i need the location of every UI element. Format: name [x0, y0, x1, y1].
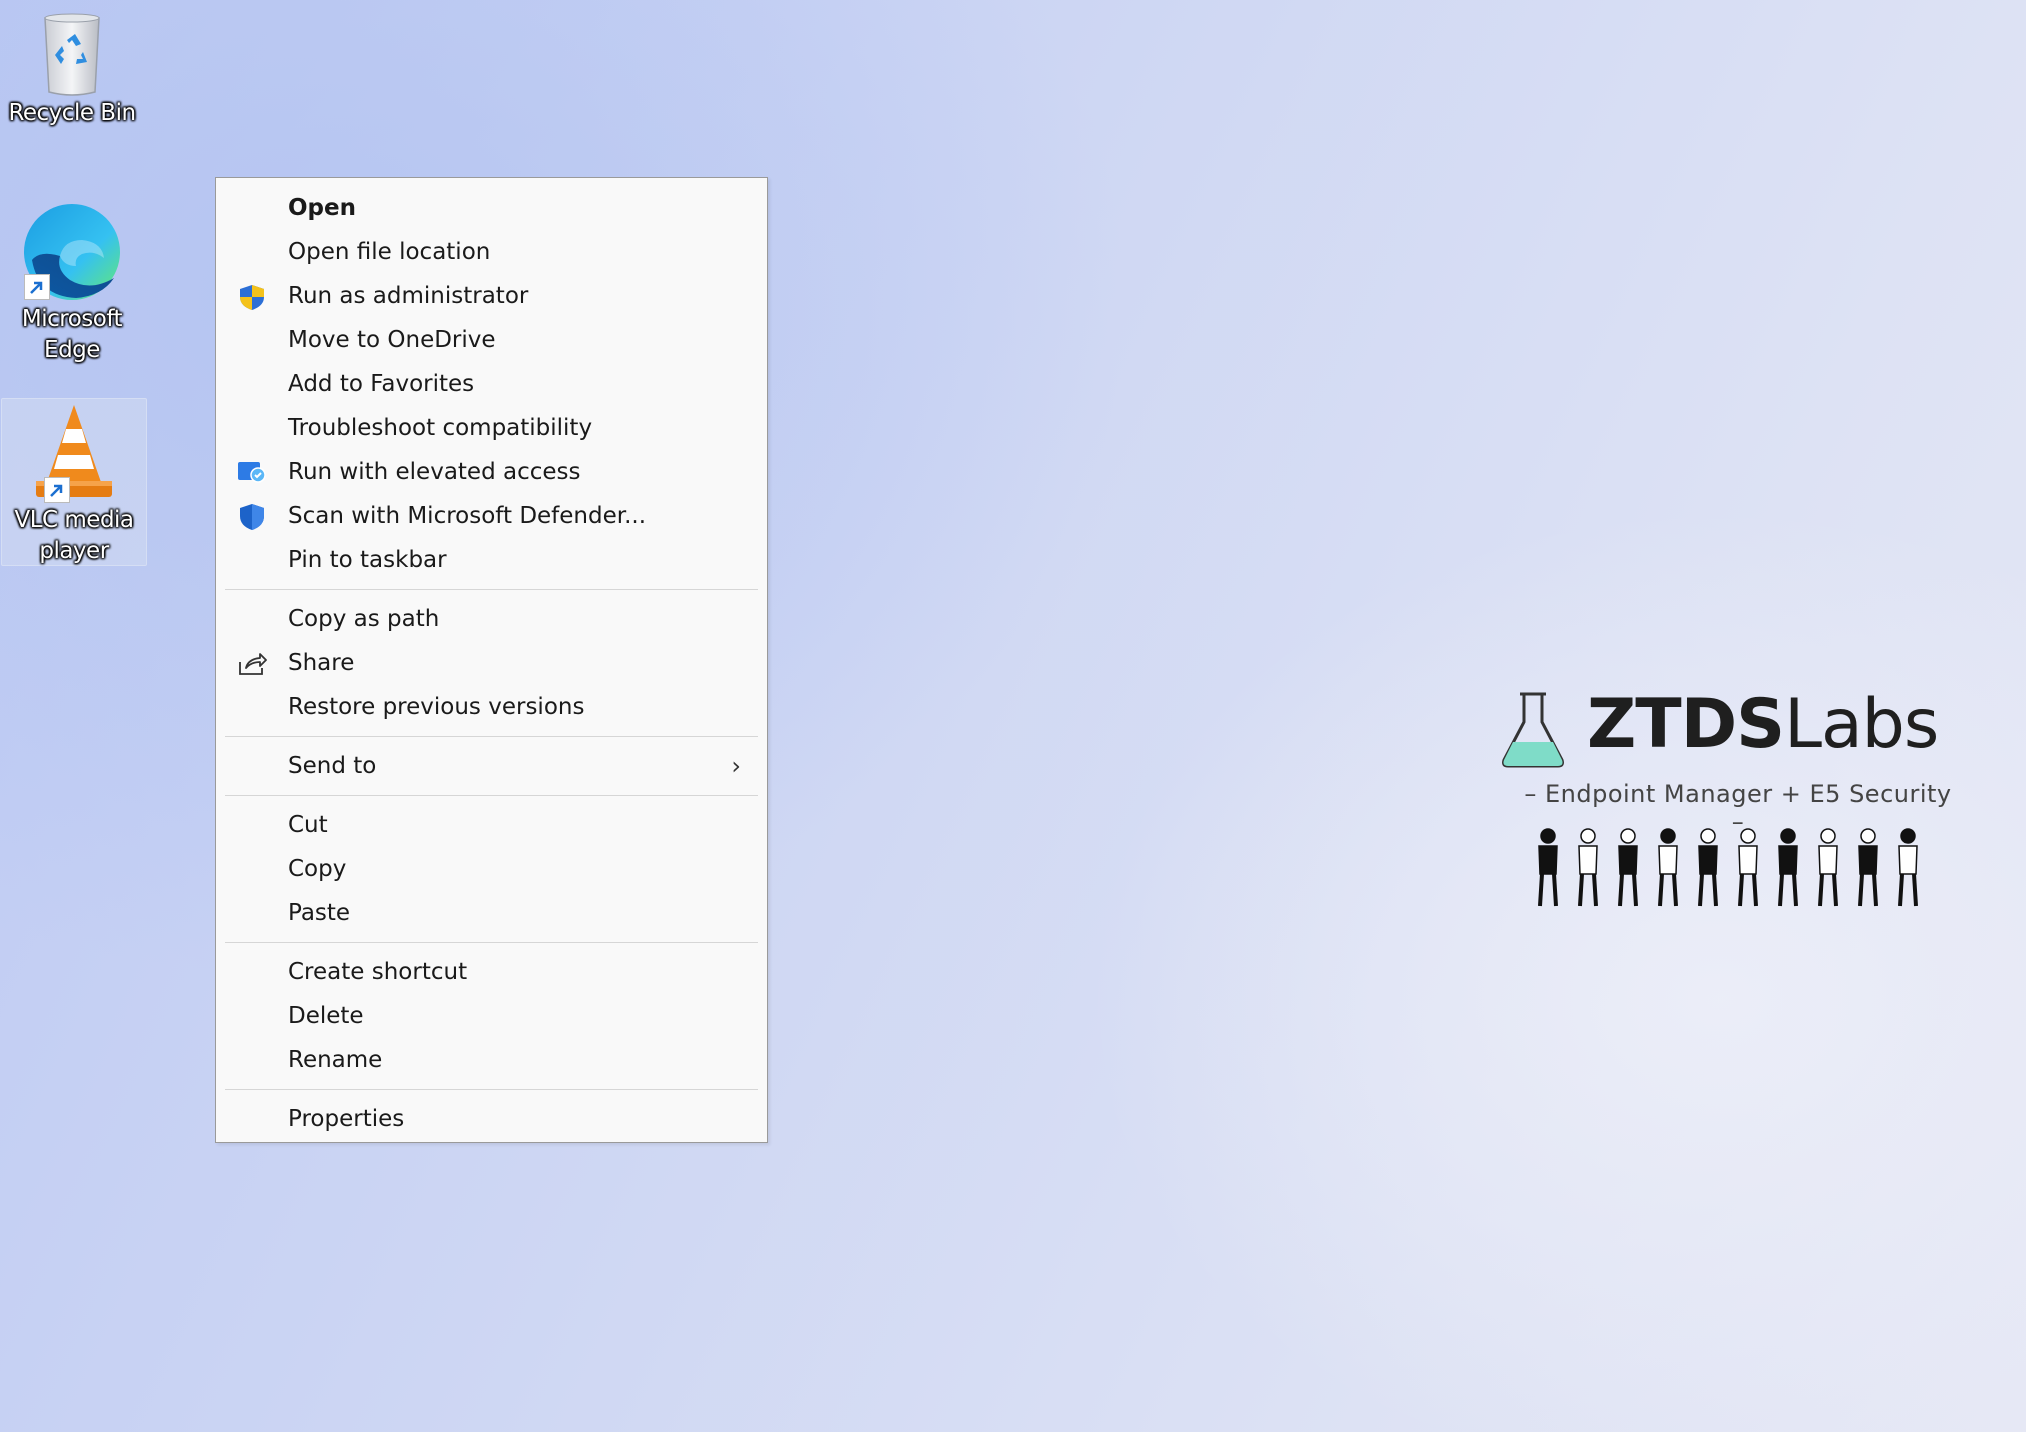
desktop-icon-label: VLC media player [14, 507, 134, 564]
menu-item-send-to[interactable]: Send to › [216, 744, 767, 788]
menu-item-label: Run as administrator [288, 283, 529, 309]
person-figure-icon [1898, 828, 1918, 907]
menu-item-move-to-onedrive[interactable]: Move to OneDrive [216, 318, 767, 362]
person-figure-icon [1618, 828, 1638, 907]
menu-item-troubleshoot-compatibility[interactable]: Troubleshoot compatibility [216, 406, 767, 450]
menu-item-label: Rename [288, 1047, 383, 1073]
menu-item-label: Properties [288, 1106, 405, 1132]
menu-item-label: Add to Favorites [288, 371, 475, 397]
menu-item-rename[interactable]: Rename [216, 1038, 767, 1082]
person-figure-icon [1818, 828, 1838, 907]
menu-item-label: Run with elevated access [288, 459, 581, 485]
menu-item-label: Copy [288, 856, 347, 882]
edge-icon [20, 200, 124, 304]
shortcut-arrow-icon [44, 477, 70, 503]
desktop-icon-label: Recycle Bin [8, 100, 136, 126]
menu-item-label: Share [288, 650, 355, 676]
menu-item-share[interactable]: Share [216, 641, 767, 685]
person-figure-icon [1738, 828, 1758, 907]
menu-item-label: Delete [288, 1003, 364, 1029]
vlc-cone-icon [22, 401, 126, 505]
logo-title: ZTDSLabs [1587, 685, 1939, 765]
menu-item-add-to-favorites[interactable]: Add to Favorites [216, 362, 767, 406]
person-figure-icon [1538, 828, 1558, 907]
menu-item-label: Send to [288, 753, 377, 779]
menu-item-cut[interactable]: Cut [216, 803, 767, 847]
menu-item-label: Pin to taskbar [288, 547, 447, 573]
defender-shield-icon [236, 502, 268, 530]
flask-icon [1498, 690, 1568, 770]
desktop-icon-microsoft-edge[interactable]: Microsoft Edge [0, 200, 144, 366]
menu-item-copy[interactable]: Copy [216, 847, 767, 891]
person-figure-icon [1858, 828, 1878, 907]
menu-item-label: Scan with Microsoft Defender... [288, 503, 647, 529]
menu-separator [225, 795, 758, 796]
menu-separator [225, 589, 758, 590]
logo-title-light: Labs [1784, 685, 1939, 764]
person-figure-icon [1578, 828, 1598, 907]
person-figure-icon [1698, 828, 1718, 907]
menu-item-scan-with-microsoft-defender[interactable]: Scan with Microsoft Defender... [216, 494, 767, 538]
menu-separator [225, 736, 758, 737]
menu-item-delete[interactable]: Delete [216, 994, 767, 1038]
desktop-icon-vlc-media-player[interactable]: VLC media player [1, 398, 147, 566]
elevated-access-icon [236, 458, 268, 486]
person-figure-icon [1778, 828, 1798, 907]
menu-item-label: Cut [288, 812, 328, 838]
desktop-icon-label: Microsoft Edge [21, 306, 123, 363]
chevron-right-icon: › [731, 752, 741, 780]
menu-item-create-shortcut[interactable]: Create shortcut [216, 950, 767, 994]
menu-item-label: Copy as path [288, 606, 440, 632]
menu-item-pin-to-taskbar[interactable]: Pin to taskbar [216, 538, 767, 582]
person-figure-icon [1658, 828, 1678, 907]
logo-title-bold: ZTDS [1587, 685, 1785, 764]
menu-item-label: Open [288, 195, 356, 221]
menu-separator [225, 1089, 758, 1090]
menu-item-run-with-elevated-access[interactable]: Run with elevated access [216, 450, 767, 494]
team-illustration [1530, 826, 1950, 920]
menu-item-restore-previous-versions[interactable]: Restore previous versions [216, 685, 767, 729]
desktop-icon-recycle-bin[interactable]: Recycle Bin [0, 12, 144, 129]
menu-item-label: Restore previous versions [288, 694, 585, 720]
share-icon [236, 649, 268, 677]
menu-item-open-file-location[interactable]: Open file location [216, 230, 767, 274]
menu-item-label: Paste [288, 900, 351, 926]
menu-separator [225, 942, 758, 943]
menu-item-open[interactable]: Open [216, 186, 767, 230]
recycle-bin-icon [37, 12, 107, 98]
menu-item-paste[interactable]: Paste [216, 891, 767, 935]
menu-item-properties[interactable]: Properties [216, 1097, 767, 1141]
menu-item-label: Open file location [288, 239, 491, 265]
menu-item-label: Move to OneDrive [288, 327, 496, 353]
context-menu: Open Open file location Run as administrat… [215, 177, 768, 1143]
menu-item-label: Create shortcut [288, 959, 468, 985]
shortcut-arrow-icon [24, 274, 50, 300]
uac-shield-icon [236, 282, 268, 310]
menu-item-run-as-administrator[interactable]: Run as administrator [216, 274, 767, 318]
menu-item-copy-as-path[interactable]: Copy as path [216, 597, 767, 641]
menu-item-label: Troubleshoot compatibility [288, 415, 593, 441]
wallpaper-logo: ZTDSLabs – Endpoint Manager + E5 Securit… [1490, 680, 1970, 920]
